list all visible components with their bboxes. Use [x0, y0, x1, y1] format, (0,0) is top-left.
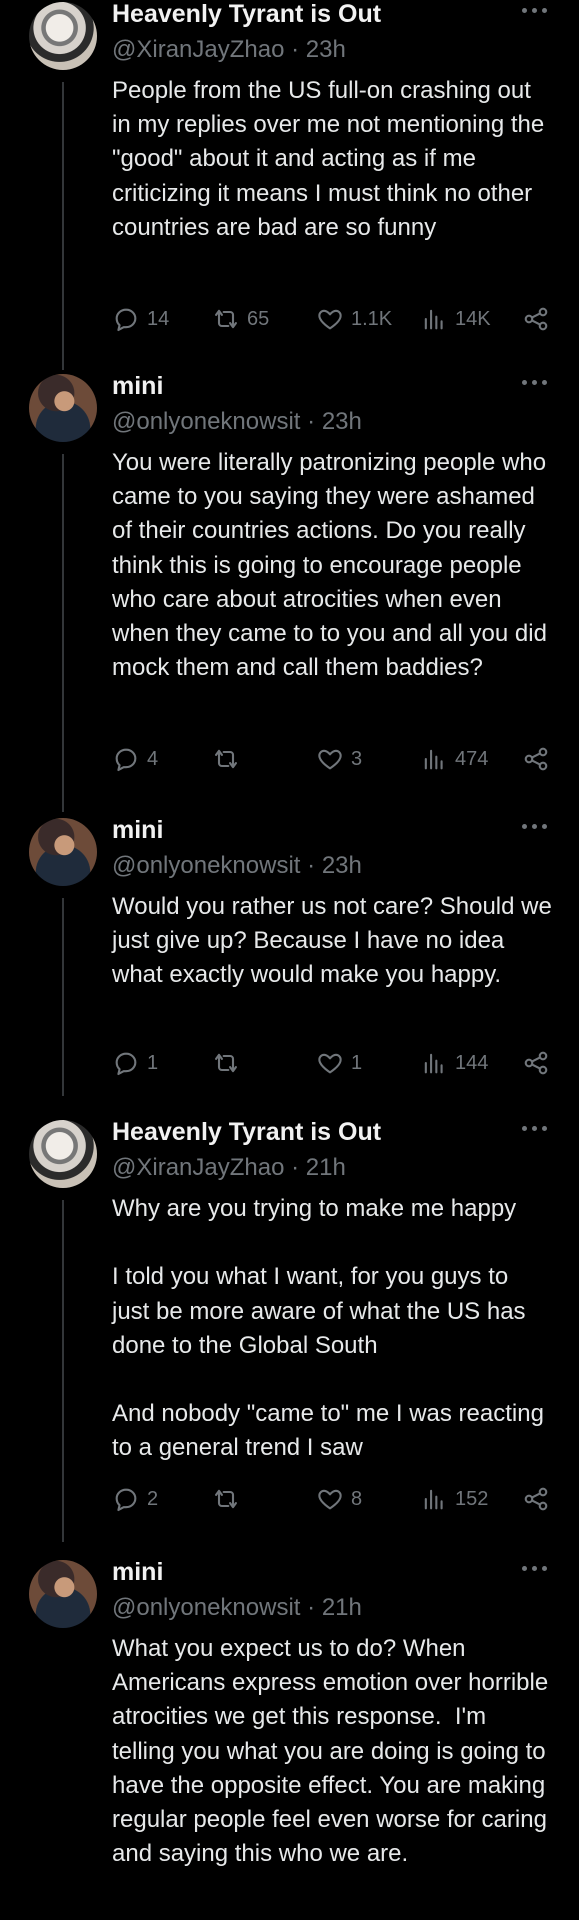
reply-count: 14 — [147, 307, 170, 330]
reply-button[interactable]: 2 — [112, 1482, 158, 1516]
heart-icon — [316, 1485, 344, 1513]
tweet-4[interactable]: Heavenly Tyrant is Out @XiranJayZhao · 2… — [0, 1118, 579, 1542]
tweet-actions: 14 65 1.1K 14K — [112, 302, 550, 336]
heart-icon — [316, 745, 344, 773]
reply-icon — [112, 1485, 140, 1513]
view-count: 14K — [455, 307, 491, 330]
author-name[interactable]: Heavenly Tyrant is Out — [112, 1118, 381, 1147]
author-handle[interactable]: @onlyoneknowsit · 23h — [112, 852, 362, 880]
like-count: 1.1K — [351, 307, 393, 330]
like-button[interactable]: 8 — [316, 1482, 362, 1516]
avatar[interactable] — [29, 374, 97, 442]
views-button[interactable]: 152 — [420, 1482, 488, 1516]
share-icon — [522, 745, 550, 773]
reply-icon — [112, 745, 140, 773]
thread-connector — [62, 1200, 64, 1542]
author-name[interactable]: Heavenly Tyrant is Out — [112, 0, 381, 29]
analytics-icon — [420, 305, 448, 333]
view-count: 144 — [455, 1051, 489, 1074]
avatar[interactable] — [29, 2, 97, 70]
retweet-icon — [212, 745, 240, 773]
share-button[interactable] — [522, 1046, 550, 1080]
retweet-button[interactable] — [212, 1046, 247, 1080]
like-button[interactable]: 1 — [316, 1046, 362, 1080]
tweet-text: People from the US full-on crashing out … — [112, 77, 551, 241]
retweet-icon — [212, 305, 240, 333]
author-name[interactable]: mini — [112, 816, 163, 845]
avatar[interactable] — [29, 1120, 97, 1188]
author-handle[interactable]: @onlyoneknowsit · 21h — [112, 1594, 362, 1622]
avatar[interactable] — [29, 818, 97, 886]
reply-icon — [112, 1049, 140, 1077]
reply-button[interactable]: 4 — [112, 742, 158, 776]
share-icon — [522, 1485, 550, 1513]
retweet-button[interactable]: 65 — [212, 302, 269, 336]
author-handle[interactable]: @XiranJayZhao · 21h — [112, 1154, 346, 1182]
thread-connector — [62, 82, 64, 370]
retweet-button[interactable] — [212, 742, 247, 776]
retweet-icon — [212, 1485, 240, 1513]
like-count: 8 — [351, 1487, 363, 1510]
more-options-icon[interactable] — [520, 1118, 550, 1138]
views-button[interactable]: 474 — [420, 742, 488, 776]
more-options-icon[interactable] — [520, 816, 550, 836]
tweet-2[interactable]: mini @onlyoneknowsit · 23h You were lite… — [0, 372, 579, 812]
share-button[interactable] — [522, 742, 550, 776]
like-count: 3 — [351, 747, 363, 770]
retweet-count: 65 — [247, 307, 270, 330]
tweet-5[interactable]: mini @onlyoneknowsit · 21h What you expe… — [0, 1558, 579, 1920]
tweet-text: What you expect us to do? When Americans… — [112, 1635, 555, 1868]
views-button[interactable]: 144 — [420, 1046, 488, 1080]
like-count: 1 — [351, 1051, 363, 1074]
avatar[interactable] — [29, 1560, 97, 1628]
tweet-actions: 2 8 152 — [112, 1482, 550, 1516]
share-icon — [522, 305, 550, 333]
share-button[interactable] — [522, 1482, 550, 1516]
view-count: 152 — [455, 1487, 489, 1510]
reply-count: 4 — [147, 747, 159, 770]
tweet-text: Why are you trying to make me happy I to… — [112, 1195, 544, 1462]
more-options-icon[interactable] — [520, 0, 550, 20]
tweet-1[interactable]: Heavenly Tyrant is Out @XiranJayZhao · 2… — [0, 0, 579, 370]
like-button[interactable]: 1.1K — [316, 302, 392, 336]
share-button[interactable] — [522, 302, 550, 336]
retweet-button[interactable] — [212, 1482, 247, 1516]
thread-connector — [62, 898, 64, 1096]
heart-icon — [316, 305, 344, 333]
like-button[interactable]: 3 — [316, 742, 362, 776]
more-options-icon[interactable] — [520, 372, 550, 392]
heart-icon — [316, 1049, 344, 1077]
retweet-icon — [212, 1049, 240, 1077]
view-count: 474 — [455, 747, 489, 770]
views-button[interactable]: 14K — [420, 302, 491, 336]
reply-count: 2 — [147, 1487, 159, 1510]
thread-connector — [62, 454, 64, 812]
reply-icon — [112, 305, 140, 333]
reply-count: 1 — [147, 1051, 159, 1074]
tweet-3[interactable]: mini @onlyoneknowsit · 23h Would you rat… — [0, 816, 579, 1096]
author-handle[interactable]: @XiranJayZhao · 23h — [112, 36, 346, 64]
tweet-actions: 1 1 144 — [112, 1046, 550, 1080]
tweet-text: You were literally patronizing people wh… — [112, 449, 554, 682]
author-handle[interactable]: @onlyoneknowsit · 23h — [112, 408, 362, 436]
tweet-actions: 4 3 474 — [112, 742, 550, 776]
analytics-icon — [420, 1485, 448, 1513]
reply-button[interactable]: 1 — [112, 1046, 158, 1080]
more-options-icon[interactable] — [520, 1558, 550, 1578]
share-icon — [522, 1049, 550, 1077]
analytics-icon — [420, 745, 448, 773]
analytics-icon — [420, 1049, 448, 1077]
reply-button[interactable]: 14 — [112, 302, 169, 336]
tweet-text: Would you rather us not care? Should we … — [112, 893, 559, 989]
author-name[interactable]: mini — [112, 372, 163, 401]
author-name[interactable]: mini — [112, 1558, 163, 1587]
